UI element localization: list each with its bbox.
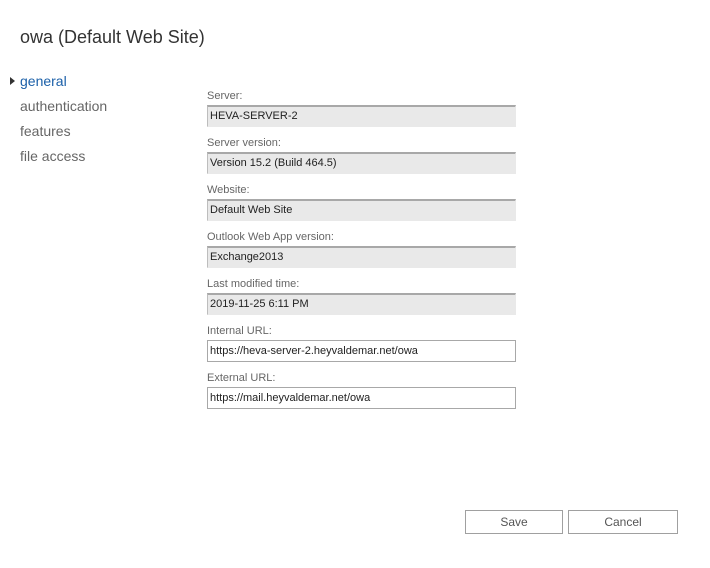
owa-properties-dialog: owa (Default Web Site) general authentic…: [0, 0, 710, 568]
internal-url-input[interactable]: https://heva-server-2.heyvaldemar.net/ow…: [207, 340, 516, 362]
owa-version-value: Exchange2013: [207, 246, 516, 268]
internal-url-label: Internal URL:: [207, 325, 272, 337]
save-button[interactable]: Save: [465, 510, 563, 534]
internal-url-field-group: Internal URL: https://heva-server-2.heyv…: [207, 323, 517, 370]
last-modified-value: 2019-11-25 6:11 PM: [207, 293, 516, 315]
nav-item-file-access[interactable]: file access: [10, 147, 160, 172]
server-version-label: Server version:: [207, 137, 281, 149]
server-label: Server:: [207, 90, 243, 102]
external-url-label: External URL:: [207, 372, 276, 384]
nav-item-label: features: [20, 123, 71, 139]
page-title: owa (Default Web Site): [20, 27, 205, 47]
website-field-group: Website: Default Web Site: [207, 182, 517, 229]
nav-item-label: file access: [20, 148, 86, 164]
nav-item-label: authentication: [20, 98, 108, 114]
cancel-button[interactable]: Cancel: [568, 510, 678, 534]
nav-item-general[interactable]: general: [10, 72, 160, 97]
nav-item-authentication[interactable]: authentication: [10, 97, 160, 122]
nav-item-label: general: [20, 73, 67, 89]
external-url-field-group: External URL: https://mail.heyvaldemar.n…: [207, 370, 517, 417]
last-modified-field-group: Last modified time: 2019-11-25 6:11 PM: [207, 276, 517, 323]
external-url-input[interactable]: https://mail.heyvaldemar.net/owa: [207, 387, 516, 409]
owa-version-label: Outlook Web App version:: [207, 231, 334, 243]
server-value: HEVA-SERVER-2: [207, 105, 516, 127]
general-form: Server: HEVA-SERVER-2 Server version: Ve…: [207, 88, 517, 417]
server-field-group: Server: HEVA-SERVER-2: [207, 88, 517, 135]
caret-right-icon: [10, 77, 15, 85]
nav-item-features[interactable]: features: [10, 122, 160, 147]
section-nav: general authentication features file acc…: [10, 72, 160, 172]
last-modified-label: Last modified time:: [207, 278, 300, 290]
server-version-field-group: Server version: Version 15.2 (Build 464.…: [207, 135, 517, 182]
owa-version-field-group: Outlook Web App version: Exchange2013: [207, 229, 517, 276]
server-version-value: Version 15.2 (Build 464.5): [207, 152, 516, 174]
website-value: Default Web Site: [207, 199, 516, 221]
website-label: Website:: [207, 184, 250, 196]
